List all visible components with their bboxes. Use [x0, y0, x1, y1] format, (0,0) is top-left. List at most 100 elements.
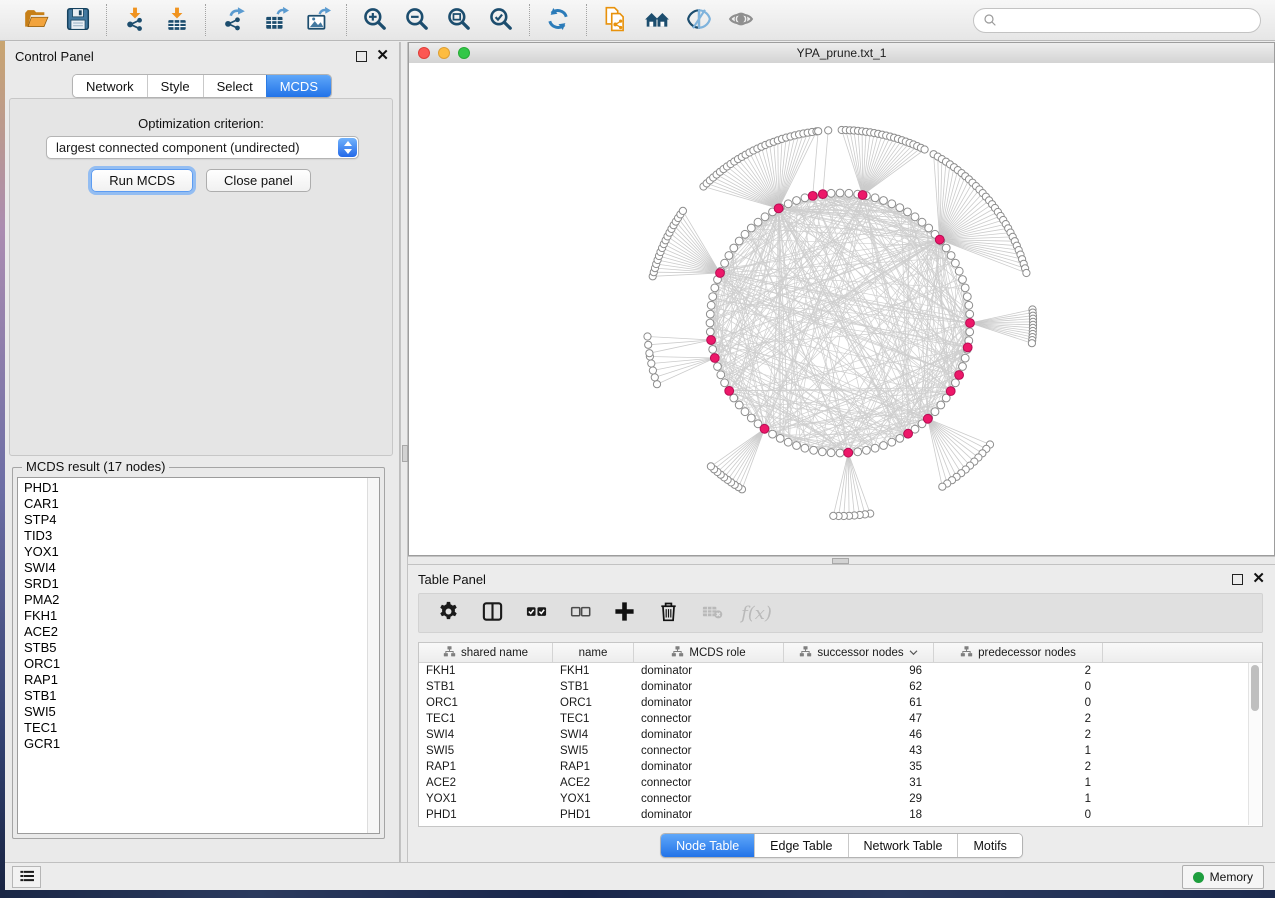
mcds-result-node[interactable]: RAP1	[24, 672, 379, 688]
mcds-result-node[interactable]: STB1	[24, 688, 379, 704]
memory-status-icon	[1193, 872, 1204, 883]
optimization-criterion-select[interactable]: largest connected component (undirected)	[46, 136, 359, 159]
close-panel-button[interactable]: Close panel	[206, 169, 311, 192]
task-history-button[interactable]	[12, 866, 41, 888]
mcds-result-node[interactable]: ACE2	[24, 624, 379, 640]
export-network-button[interactable]	[219, 5, 249, 35]
mcds-result-node[interactable]: SWI5	[24, 704, 379, 720]
houses-icon	[644, 6, 670, 35]
mcds-result-node[interactable]: STB5	[24, 640, 379, 656]
table-cell: 2	[934, 713, 1103, 725]
clone-network-button[interactable]	[600, 5, 630, 35]
network-canvas[interactable]	[409, 63, 1274, 555]
mcds-result-node[interactable]: STP4	[24, 512, 379, 528]
mcds-result-node[interactable]: YOX1	[24, 544, 379, 560]
float-panel-icon[interactable]	[356, 51, 367, 62]
node-table-header: shared namenameMCDS rolesuccessor nodesp…	[419, 643, 1262, 663]
table-settings-button[interactable]	[436, 601, 461, 626]
window-minimize-icon[interactable]	[438, 47, 450, 59]
optimization-criterion-label: Optimization criterion:	[10, 116, 392, 131]
vertical-split-divider[interactable]	[400, 42, 408, 862]
table-tab-network-table[interactable]: Network Table	[848, 834, 958, 857]
hide-selected-button[interactable]	[684, 5, 714, 35]
mcds-result-node[interactable]: SRD1	[24, 576, 379, 592]
import-table-button[interactable]	[162, 5, 192, 35]
delete-column-button[interactable]	[656, 601, 681, 626]
mcds-result-node[interactable]: FKH1	[24, 608, 379, 624]
run-mcds-button[interactable]: Run MCDS	[91, 169, 193, 192]
search-box	[973, 8, 1261, 33]
import-network-button[interactable]	[120, 5, 150, 35]
select-all-rows-button[interactable]	[524, 601, 549, 626]
control-panel-tabs: NetworkStyleSelectMCDS	[5, 74, 399, 98]
zoom-out-button[interactable]	[402, 5, 432, 35]
window-zoom-icon[interactable]	[458, 47, 470, 59]
table-scrollbar-thumb[interactable]	[1251, 665, 1259, 711]
table-cell: FKH1	[553, 665, 634, 677]
column-header-shared-name[interactable]: shared name	[419, 643, 553, 662]
horizontal-split-divider[interactable]	[408, 556, 1275, 565]
table-cell: 2	[934, 665, 1103, 677]
add-column-button[interactable]	[612, 601, 637, 626]
zoom-in-button[interactable]	[360, 5, 390, 35]
tab-mcds[interactable]: MCDS	[266, 75, 331, 97]
mcds-result-node[interactable]: TEC1	[24, 720, 379, 736]
column-header-MCDS-role[interactable]: MCDS role	[634, 643, 784, 662]
table-row[interactable]: SWI5SWI5connector431	[419, 743, 1262, 759]
mcds-result-node[interactable]: CAR1	[24, 496, 379, 512]
horizontal-split-grabber[interactable]	[832, 558, 849, 564]
table-tab-motifs[interactable]: Motifs	[957, 834, 1021, 857]
open-session-button[interactable]	[21, 5, 51, 35]
column-header-name[interactable]: name	[553, 643, 634, 662]
mcds-result-node[interactable]: SWI4	[24, 560, 379, 576]
tab-select[interactable]: Select	[203, 75, 266, 97]
select-stepper-icon	[338, 138, 357, 157]
column-header-predecessor-nodes[interactable]: predecessor nodes	[934, 643, 1103, 662]
uncheck-all-icon	[569, 600, 592, 626]
table-tab-node-table[interactable]: Node Table	[661, 834, 754, 857]
table-row[interactable]: FKH1FKH1dominator962	[419, 663, 1262, 679]
optimization-criterion-value: largest connected component (undirected)	[56, 140, 300, 155]
table-row[interactable]: ORC1ORC1dominator610	[419, 695, 1262, 711]
table-row[interactable]: RAP1RAP1dominator352	[419, 759, 1262, 775]
table-cell: ORC1	[419, 697, 553, 709]
close-table-panel-icon[interactable]: ✕	[1252, 573, 1265, 585]
save-session-button[interactable]	[63, 5, 93, 35]
mcds-result-node[interactable]: PMA2	[24, 592, 379, 608]
table-cell: 1	[934, 745, 1103, 757]
refresh-layout-button[interactable]	[543, 5, 573, 35]
deselect-all-rows-button[interactable]	[568, 601, 593, 626]
clone-network-icon	[602, 6, 628, 35]
export-table-button[interactable]	[261, 5, 291, 35]
table-cell: RAP1	[419, 761, 553, 773]
tab-network[interactable]: Network	[73, 75, 147, 97]
mcds-result-node[interactable]: GCR1	[24, 736, 379, 752]
mcds-result-node[interactable]: TID3	[24, 528, 379, 544]
zoom-fit-button[interactable]	[444, 5, 474, 35]
first-neighbors-button[interactable]	[642, 5, 672, 35]
float-table-panel-icon[interactable]	[1232, 574, 1243, 585]
table-row[interactable]: SWI4SWI4dominator462	[419, 727, 1262, 743]
close-panel-icon[interactable]: ✕	[376, 50, 389, 62]
table-row[interactable]: STB1STB1dominator620	[419, 679, 1262, 695]
mcds-result-node[interactable]: PHD1	[24, 480, 379, 496]
table-scrollbar[interactable]	[1248, 663, 1261, 825]
table-tab-edge-table[interactable]: Edge Table	[754, 834, 847, 857]
show-all-button[interactable]	[726, 5, 756, 35]
search-input[interactable]	[973, 8, 1261, 33]
memory-button[interactable]: Memory	[1182, 865, 1264, 889]
check-all-icon	[525, 600, 548, 626]
result-list-scrollbar[interactable]	[367, 478, 379, 833]
tab-style[interactable]: Style	[147, 75, 203, 97]
table-row[interactable]: YOX1YOX1connector291	[419, 791, 1262, 807]
show-columns-button[interactable]	[480, 601, 505, 626]
window-close-icon[interactable]	[418, 47, 430, 59]
mcds-result-node[interactable]: ORC1	[24, 656, 379, 672]
export-image-button[interactable]	[303, 5, 333, 35]
table-row[interactable]: PHD1PHD1dominator180	[419, 807, 1262, 823]
zoom-selected-button[interactable]	[486, 5, 516, 35]
table-cell: ACE2	[419, 777, 553, 789]
column-header-successor-nodes[interactable]: successor nodes	[784, 643, 934, 662]
table-row[interactable]: ACE2ACE2connector311	[419, 775, 1262, 791]
table-row[interactable]: TEC1TEC1connector472	[419, 711, 1262, 727]
